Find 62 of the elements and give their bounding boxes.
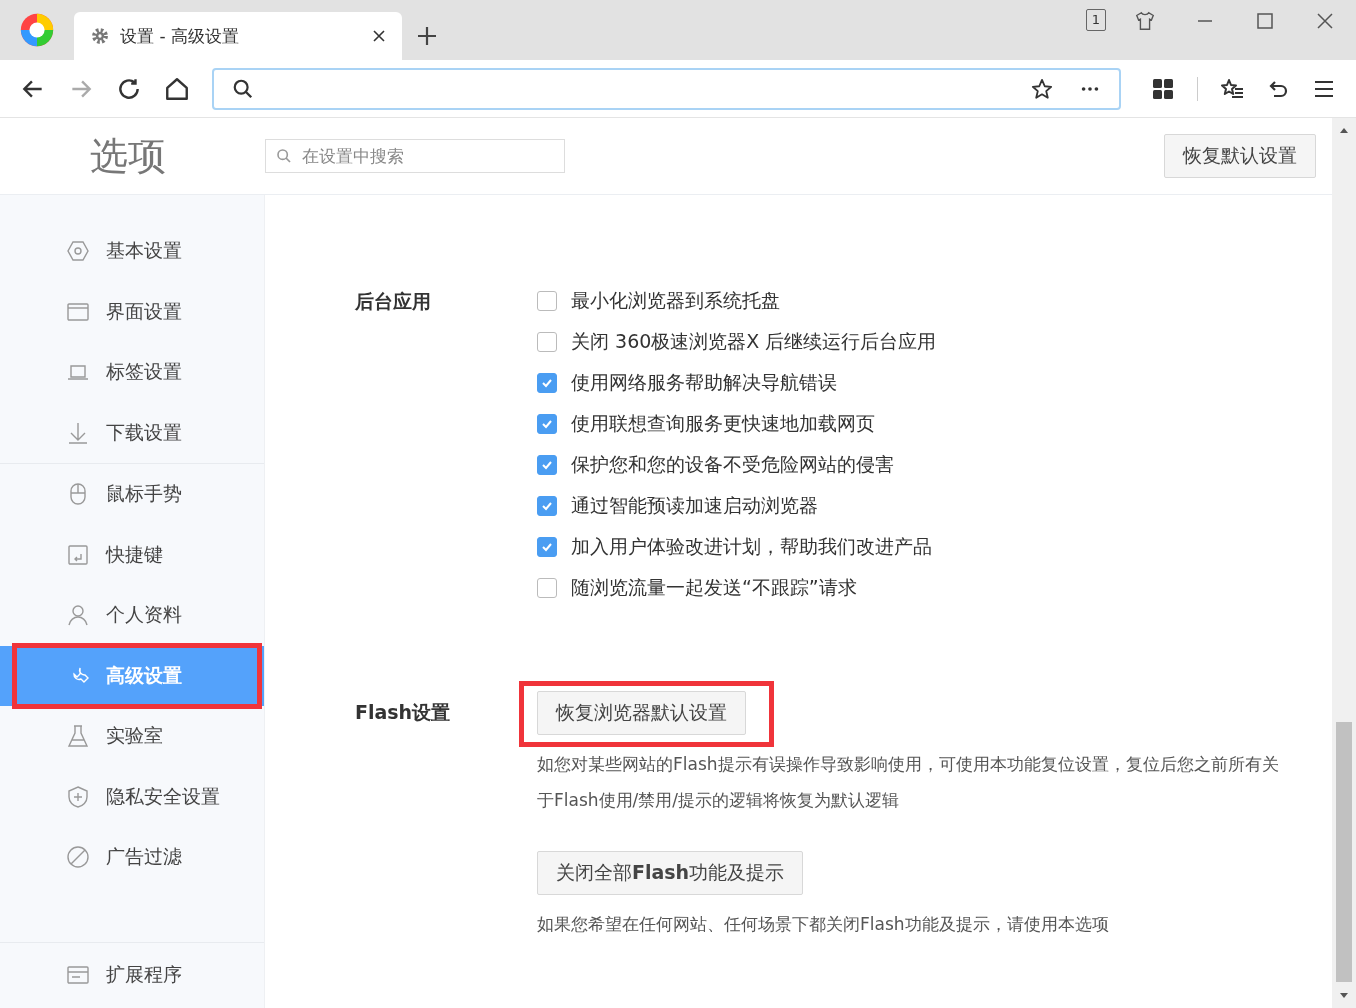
- option-label: 随浏览流量一起发送“不跟踪”请求: [571, 574, 857, 600]
- tab-title: 设置 - 高级设置: [120, 24, 240, 48]
- sidebar-item-icon: [66, 784, 90, 809]
- option-label: 最小化浏览器到系统托盘: [571, 287, 780, 313]
- option-label: 加入用户体验改进计划，帮助我们改进产品: [571, 533, 932, 559]
- gear-icon: [90, 26, 110, 46]
- shirt-icon[interactable]: [1134, 10, 1156, 32]
- search-icon: [232, 77, 254, 100]
- sidebar-item[interactable]: 界面设置: [0, 281, 264, 342]
- sidebar-item[interactable]: 标签设置: [0, 342, 264, 403]
- sidebar-item[interactable]: 实验室: [0, 706, 264, 767]
- sidebar-item[interactable]: 隐私安全设置: [0, 766, 264, 827]
- checkbox[interactable]: [537, 536, 557, 557]
- sidebar-item-icon: [66, 542, 90, 567]
- checkbox[interactable]: [537, 413, 557, 434]
- home-icon[interactable]: [164, 75, 190, 102]
- sidebar-item[interactable]: 个人资料: [0, 585, 264, 646]
- action-button[interactable]: 恢复浏览器默认设置: [537, 691, 746, 735]
- option-label: 关闭 360极速浏览器X 后继续运行后台应用: [571, 328, 937, 354]
- description-text: 如果您希望在任何网站、任何场景下都关闭Flash功能及提示，请使用本选项: [537, 913, 1110, 936]
- scrollbar[interactable]: [1332, 118, 1356, 1008]
- page-title: 选项: [89, 132, 166, 180]
- sidebar-item-icon: [66, 420, 90, 445]
- sidebar-item-icon: [66, 239, 90, 264]
- checkbox[interactable]: [537, 577, 557, 598]
- close-icon[interactable]: [372, 29, 386, 43]
- option-label: 保护您和您的设备不受危险网站的侵害: [571, 451, 894, 477]
- option-label: 使用联想查询服务更快速地加载网页: [571, 410, 875, 436]
- scrollbar-thumb[interactable]: [1336, 722, 1352, 982]
- search-icon: [276, 148, 292, 164]
- apps-grid-icon[interactable]: [1151, 76, 1175, 101]
- sidebar-item-icon: [66, 603, 90, 628]
- section-title: Flash设置: [355, 700, 452, 725]
- checkbox[interactable]: [537, 290, 557, 311]
- sidebar-item[interactable]: 下载设置: [0, 402, 264, 463]
- option-label: 使用网络服务帮助解决导航错误: [571, 369, 837, 395]
- reset-defaults-button[interactable]: 恢复默认设置: [1164, 134, 1316, 178]
- new-tab-icon[interactable]: [416, 25, 438, 47]
- sidebar-item[interactable]: 鼠标手势: [0, 464, 264, 525]
- section-title: 后台应用: [355, 289, 432, 314]
- scroll-down-icon[interactable]: [1339, 990, 1349, 1000]
- favorites-list-icon[interactable]: [1220, 76, 1244, 101]
- sidebar-item[interactable]: 扩展程序: [0, 944, 264, 1005]
- maximize-icon[interactable]: [1254, 10, 1276, 32]
- search-field[interactable]: 在设置中搜索: [265, 139, 565, 173]
- description-text: 如您对某些网站的Flash提示有误操作导致影响使用，可使用本功能复位设置，复位后您之前所有关于Flash使用/禁用/提示的逻辑将恢复为默认逻辑: [537, 753, 1280, 812]
- sidebar-item-icon: [66, 724, 90, 749]
- checkbox[interactable]: [537, 495, 557, 516]
- checkbox[interactable]: [537, 454, 557, 475]
- browser-tab[interactable]: 设置 - 高级设置: [74, 12, 402, 60]
- checkbox[interactable]: [537, 372, 557, 393]
- option-label: 通过智能预读加速启动浏览器: [571, 492, 818, 518]
- checkbox[interactable]: [537, 331, 557, 352]
- sidebar-item-icon: [66, 845, 90, 870]
- scroll-up-icon[interactable]: [1339, 126, 1349, 136]
- window-count[interactable]: 1: [1085, 9, 1106, 31]
- action-button[interactable]: 关闭全部Flash功能及提示: [537, 851, 804, 895]
- star-icon[interactable]: [1031, 77, 1053, 100]
- sidebar-item[interactable]: 快捷键: [0, 524, 264, 585]
- sidebar-item[interactable]: 广告过滤: [0, 827, 264, 888]
- sidebar-item[interactable]: 基本设置: [0, 221, 264, 282]
- browser-logo: [18, 11, 56, 49]
